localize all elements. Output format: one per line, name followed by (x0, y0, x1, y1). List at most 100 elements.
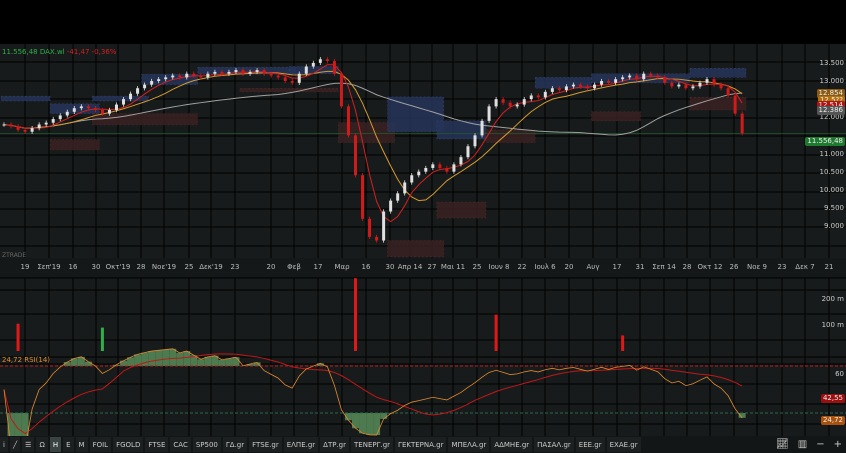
zone-supply (0, 95, 51, 102)
candle-body (65, 111, 69, 116)
candle-body (452, 164, 456, 172)
rsi-label: 24,72 RSI(14) (2, 356, 51, 364)
rsi-overbought-fill (162, 349, 170, 366)
rsi-oversold-fill (373, 413, 381, 436)
line-tool-icon[interactable]: ╱ (9, 437, 21, 452)
zone-supply (387, 96, 444, 133)
candle-body (220, 71, 224, 74)
toolbar-symbol-button[interactable]: Ω (36, 437, 48, 452)
candle-body (431, 164, 435, 168)
candle-body (304, 66, 308, 74)
toolbar-symbol-button[interactable]: FTSE (145, 437, 169, 452)
candle-body (157, 79, 161, 81)
zone-supply (141, 73, 198, 85)
candle-body (698, 82, 702, 87)
candle-body (86, 106, 90, 109)
x-axis-tick: 28 (682, 263, 692, 271)
toolbar-symbol-button[interactable]: FTSE.gr (249, 437, 282, 452)
toolbar-symbol-button[interactable]: ΑΔΜΗΕ.gr (491, 437, 533, 452)
candle-body (628, 75, 632, 78)
candle-body (557, 88, 561, 91)
toolbar-symbol-button[interactable]: ΓΕΚΤΕΡΝΑ.gr (395, 437, 447, 452)
candle-body (494, 99, 498, 107)
candle-body (368, 218, 372, 237)
toolbar-symbol-button[interactable]: FGOLD (113, 437, 144, 452)
info-icon[interactable]: i (0, 437, 8, 452)
toolbar-symbol-button[interactable]: CAC (170, 437, 191, 452)
candle-body (649, 73, 653, 76)
toolbar-symbol-button[interactable]: ΕΕΕ.gr (575, 437, 605, 452)
zone-demand (436, 201, 487, 219)
candle-body (396, 193, 400, 201)
toolbar-symbol-button[interactable]: ΕΧΑΕ.gr (606, 437, 641, 452)
toolbar-symbol-button[interactable]: ΜΠΕΛΑ.gr (448, 437, 490, 452)
price-axis-label: 10.500 (819, 167, 845, 176)
toolbar-symbol-button[interactable]: FOIL (89, 437, 112, 452)
x-axis-tick: 26 (729, 263, 739, 271)
rsi-axis-60: 60 (835, 370, 844, 378)
bar-chart-icon[interactable]: ▥ (798, 439, 807, 450)
toolbar-symbol-button[interactable]: ΤΕΝΕΡΓ.gr (351, 437, 394, 452)
zone-demand (338, 122, 395, 143)
volume-axis-100: 100 m (821, 321, 844, 329)
x-axis-tick: 17 (612, 263, 622, 271)
zone-demand (92, 113, 198, 126)
candle-body (593, 84, 597, 89)
volume-bar (16, 323, 20, 351)
candle-body (129, 93, 133, 100)
x-axis-tick: Μαι 11 (440, 263, 466, 271)
candle-body (642, 73, 646, 80)
rsi-overbought-fill (120, 360, 128, 366)
toolbar-symbol-button[interactable]: E (63, 437, 74, 452)
line-chart-icon[interactable]: 📈︎ (776, 439, 789, 450)
zone-supply (689, 68, 747, 78)
candle-body (410, 175, 414, 183)
candle-body (199, 75, 203, 78)
dashed-lines-icon[interactable]: ☰ (22, 437, 35, 452)
candle-body (515, 104, 519, 107)
candle-body (424, 168, 428, 172)
toolbar-symbol-button[interactable]: H (49, 437, 62, 452)
chart-area[interactable]: 11.556,48 DAX.wl -41,47 -0,36% ZTRADE 13… (0, 44, 846, 436)
toolbar-symbol-button[interactable]: M (75, 437, 88, 452)
toolbar-symbol-button[interactable]: SP500 (192, 437, 221, 452)
x-axis-tick: Δεκ 7 (795, 263, 815, 271)
candle-body (72, 108, 76, 112)
toolbar-symbol-button[interactable]: ΕΛΠΕ.gr (283, 437, 319, 452)
toolbar-symbol-button[interactable]: ΠΑΣΑΛ.gr (534, 437, 574, 452)
rsi-overbought-fill (232, 357, 240, 366)
rsi-overbought-fill (197, 359, 205, 366)
x-axis-tick: Μαρ (334, 263, 350, 271)
candle-body (691, 86, 695, 89)
x-axis-tick: 27 (427, 263, 437, 271)
zone-demand (591, 111, 641, 122)
chart-canvas[interactable] (0, 44, 846, 436)
header-symbol: DAX.wl (39, 48, 65, 56)
x-axis-tick: Αυγ (586, 263, 600, 271)
candle-body (417, 171, 421, 176)
zone-demand (49, 139, 100, 151)
header-price: 11.556,48 (2, 48, 38, 56)
rsi-overbought-fill (169, 348, 177, 366)
zoom-out-button[interactable]: − (816, 439, 824, 450)
candle-body (192, 73, 196, 76)
candle-body (290, 81, 294, 83)
x-axis-tick: Απρ 14 (397, 263, 423, 271)
x-axis-tick: Νοε'19 (151, 263, 177, 271)
zoom-in-button[interactable]: + (834, 439, 842, 450)
price-axis-label: 9.000 (823, 222, 844, 230)
x-axis-tick: 31 (635, 263, 645, 271)
candle-body (171, 75, 175, 78)
volume-bar (354, 278, 357, 351)
x-axis-tick: 23 (230, 263, 240, 271)
candle-body (361, 175, 365, 219)
bottom-toolbar: i ╱ ☰ Ω H E M FOIL FGOLD FTSE CAC SP500 ΓΔ.gr FTSE… (0, 436, 846, 453)
toolbar-symbol-button[interactable]: ΓΔ.gr (222, 437, 248, 452)
x-axis-tick: 30 (385, 263, 395, 271)
rsi-overbought-fill (183, 351, 191, 366)
candle-body (283, 77, 287, 81)
candle-body (339, 73, 343, 107)
candle-body (44, 122, 48, 125)
volume-axis-200: 200 m (821, 295, 844, 303)
toolbar-symbol-button[interactable]: ΔΤΡ.gr (320, 437, 350, 452)
